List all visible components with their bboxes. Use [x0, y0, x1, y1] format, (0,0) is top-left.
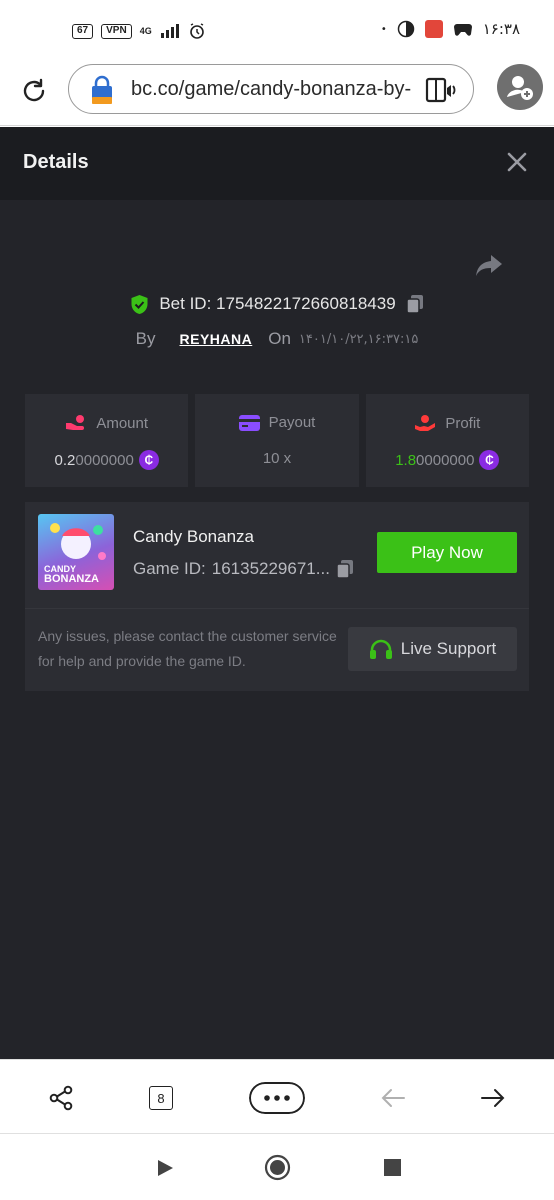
stat-profit: Profit 1.80000000 ₵ — [365, 394, 529, 487]
more-icon — [249, 1082, 305, 1114]
page-title: Details — [23, 151, 89, 173]
app-badge-icon — [424, 20, 443, 38]
live-support-button[interactable]: Live Support — [348, 627, 517, 671]
profit-dim: 0000000 — [416, 451, 475, 469]
system-nav-bar — [0, 1134, 554, 1200]
nav-recents-icon[interactable] — [384, 1159, 401, 1176]
profit-bright: 1.8 — [395, 451, 417, 469]
stat-payout: Payout 10 x — [195, 394, 359, 487]
close-icon[interactable] — [506, 151, 528, 173]
support-message: Any issues, please contact the customer … — [38, 628, 337, 669]
status-left: 67 VPN 4G — [72, 22, 206, 40]
game-card: CANDY BONANZA Candy Bonanza Game ID: 161… — [25, 502, 529, 691]
stat-profit-header: Profit — [366, 414, 529, 432]
stat-amount: Amount 0.20000000 ₵ — [25, 394, 189, 487]
play-now-button[interactable]: Play Now — [377, 532, 517, 573]
browser-url-bar: bc.co/game/candy-bonanza-by- — [0, 62, 554, 126]
shield-check-icon — [131, 294, 148, 314]
back-button[interactable] — [378, 1082, 408, 1114]
on-label: On — [268, 329, 291, 348]
game-card-top: CANDY BONANZA Candy Bonanza Game ID: 161… — [25, 502, 529, 609]
nav-back-icon[interactable] — [155, 1158, 175, 1178]
share-icon[interactable] — [474, 251, 504, 279]
profit-value: 1.80000000 ₵ — [366, 450, 529, 470]
copy-icon[interactable] — [405, 294, 424, 314]
coin-icon: ₵ — [479, 450, 500, 470]
game-thumbnail[interactable]: CANDY BONANZA — [38, 514, 114, 590]
network-type: 4G — [139, 26, 152, 36]
address-field[interactable]: bc.co/game/candy-bonanza-by- — [68, 64, 474, 114]
signal-icon — [160, 24, 179, 38]
browser-toolbar: 8 — [0, 1059, 554, 1134]
reader-mode-icon[interactable] — [425, 76, 457, 104]
amount-dim: 0000000 — [75, 451, 134, 469]
tab-count: 8 — [149, 1086, 173, 1110]
forward-button[interactable] — [478, 1082, 508, 1114]
stat-amount-header: Amount — [25, 414, 188, 432]
headset-icon — [369, 639, 392, 659]
battery-indicator: 67 — [72, 23, 94, 39]
url-text[interactable]: bc.co/game/candy-bonanza-by- — [131, 78, 411, 101]
alarm-icon — [189, 23, 204, 39]
arrow-right-icon — [481, 1089, 505, 1107]
payout-label: Payout — [268, 414, 316, 431]
copy-icon[interactable] — [336, 559, 354, 579]
bet-id-text: Bet ID: 1754822172660818439 — [159, 294, 395, 314]
profile-button[interactable] — [497, 64, 543, 110]
clock-time: ۱۶:۳۸ — [482, 20, 520, 38]
bet-stats: Amount 0.20000000 ₵ Payout 10 x Profit 1… — [25, 394, 529, 487]
coin-icon: ₵ — [138, 450, 159, 470]
lock-icon[interactable] — [89, 75, 115, 105]
bet-id-row: Bet ID: 1754822172660818439 — [0, 291, 554, 317]
game-name: Candy Bonanza — [133, 527, 254, 546]
menu-button[interactable] — [249, 1082, 305, 1114]
reload-icon[interactable] — [20, 77, 48, 105]
amount-label: Amount — [96, 414, 149, 432]
username-link[interactable]: REYHANA — [180, 331, 253, 347]
arrow-left-icon — [381, 1089, 405, 1107]
hand-coins-icon — [66, 415, 85, 430]
nav-home-icon[interactable] — [264, 1154, 291, 1181]
card-icon — [238, 414, 260, 431]
amount-value: 0.20000000 ₵ — [25, 450, 188, 470]
by-label: By — [135, 329, 156, 348]
share-nodes-icon — [49, 1085, 73, 1111]
vpn-indicator: VPN — [101, 23, 132, 39]
gamepad-icon — [453, 24, 472, 36]
bet-id-label: Bet ID: — [159, 294, 212, 313]
bet-details-page: Details Bet ID: 1754822172660818439 By R… — [0, 127, 554, 1059]
details-header: Details — [0, 127, 554, 200]
profit-label: Profit — [445, 414, 481, 432]
profile-icon — [507, 76, 533, 100]
thumb-title-bottom: BONANZA — [44, 573, 99, 585]
bet-meta-row: By REYHANA On ۱۴۰۱/۱۰/۲۲,۱۶:۳۷:۱۵ — [0, 326, 554, 352]
payout-value: 10 x — [262, 450, 292, 467]
amount-bright: 0.2 — [54, 451, 76, 469]
game-id-row: Game ID: 16135229671... — [133, 559, 354, 579]
payout-value-row: 10 x — [195, 450, 358, 467]
status-bar: 67 VPN 4G • ۱۶:۳۸ — [0, 0, 554, 62]
app-notification-icon — [397, 20, 414, 38]
bet-id-value: 1754822172660818439 — [216, 294, 396, 313]
game-id-label: Game ID: — [133, 559, 206, 578]
dot-icon: • — [380, 23, 387, 35]
bet-date: ۱۴۰۱/۱۰/۲۲,۱۶:۳۷:۱۵ — [298, 331, 419, 347]
game-id-value: 16135229671... — [211, 559, 330, 578]
stat-payout-header: Payout — [195, 414, 358, 431]
share-button[interactable] — [46, 1082, 76, 1114]
live-support-label: Live Support — [400, 639, 497, 658]
status-right: • ۱۶:۳۸ — [381, 20, 520, 38]
profit-hand-icon — [415, 415, 436, 431]
tabs-button[interactable]: 8 — [148, 1082, 174, 1114]
